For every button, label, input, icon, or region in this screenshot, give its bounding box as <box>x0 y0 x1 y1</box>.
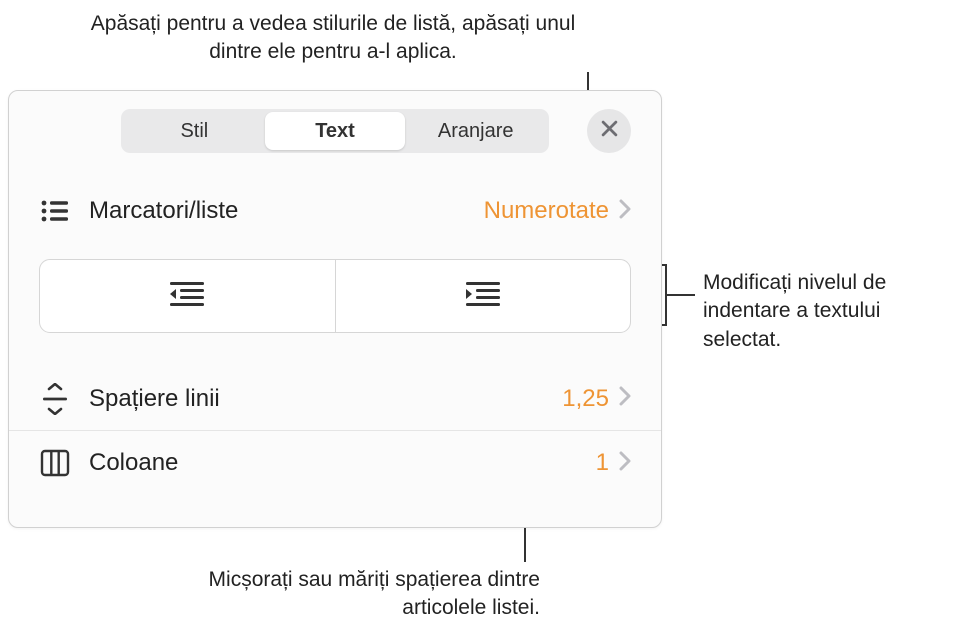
tab-aranjare[interactable]: Aranjare <box>405 112 546 150</box>
line-spacing-icon <box>39 383 71 415</box>
bullets-lists-value: Numerotate <box>484 197 609 225</box>
tab-text[interactable]: Text <box>265 112 406 150</box>
leader-line <box>665 294 695 296</box>
bullets-lists-label: Marcatori/liste <box>89 197 484 225</box>
outdent-button[interactable] <box>40 260 336 332</box>
segmented-control: Stil Text Aranjare <box>121 109 549 153</box>
outdent-icon <box>166 278 208 315</box>
line-spacing-row[interactable]: Spațiere linii 1,25 <box>9 367 661 431</box>
chevron-right-icon <box>619 386 631 411</box>
panel-header: Stil Text Aranjare <box>9 91 661 165</box>
chevron-right-icon <box>619 199 631 224</box>
line-spacing-label: Spațiere linii <box>89 385 562 413</box>
rows-group: Spațiere linii 1,25 Coloane 1 <box>9 367 661 495</box>
bullets-lists-row[interactable]: Marcatori/liste Numerotate <box>9 179 661 243</box>
indent-button[interactable] <box>336 260 631 332</box>
columns-value: 1 <box>596 449 609 477</box>
columns-row[interactable]: Coloane 1 <box>9 431 661 495</box>
tab-stil[interactable]: Stil <box>124 112 265 150</box>
close-button[interactable] <box>587 109 631 153</box>
callout-line-spacing: Micșorați sau măriți spațierea dintre ar… <box>120 566 540 623</box>
list-bullets-icon <box>39 195 71 227</box>
columns-icon <box>39 447 71 479</box>
indent-icon <box>462 278 504 315</box>
indent-button-group <box>39 259 631 333</box>
chevron-right-icon <box>619 451 631 476</box>
indent-buttons-row <box>9 243 661 347</box>
close-icon <box>601 120 618 142</box>
format-panel: Stil Text Aranjare Marcatori/liste Numer… <box>8 90 662 528</box>
callout-indent: Modificați nivelul de indentare a textul… <box>703 269 963 354</box>
callout-list-styles: Apăsați pentru a vedea stilurile de list… <box>68 10 598 67</box>
line-spacing-value: 1,25 <box>562 385 609 413</box>
columns-label: Coloane <box>89 449 596 477</box>
